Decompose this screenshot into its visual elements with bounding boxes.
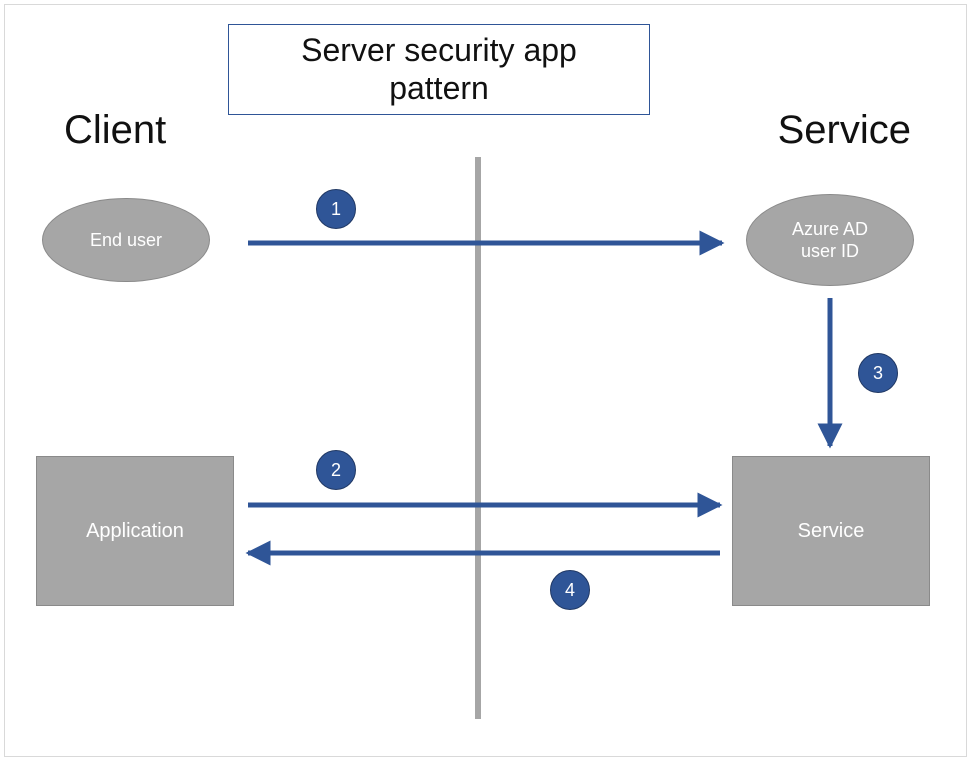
end-user-label: End user <box>90 229 162 252</box>
vertical-divider <box>475 157 481 719</box>
step-badge-3: 3 <box>858 353 898 393</box>
client-heading: Client <box>64 110 166 150</box>
service-node: Service <box>732 456 930 606</box>
azure-ad-node: Azure ADuser ID <box>746 194 914 286</box>
application-label: Application <box>86 520 184 543</box>
application-node: Application <box>36 456 234 606</box>
end-user-node: End user <box>42 198 210 282</box>
step-badge-4: 4 <box>550 570 590 610</box>
diagram-canvas: Server security app pattern Client Servi… <box>0 0 971 761</box>
step-badge-1: 1 <box>316 189 356 229</box>
service-label: Service <box>798 520 865 543</box>
azure-ad-label: Azure ADuser ID <box>792 218 868 263</box>
diagram-title: Server security app pattern <box>228 24 650 115</box>
step-badge-2: 2 <box>316 450 356 490</box>
service-heading: Service <box>778 110 911 150</box>
